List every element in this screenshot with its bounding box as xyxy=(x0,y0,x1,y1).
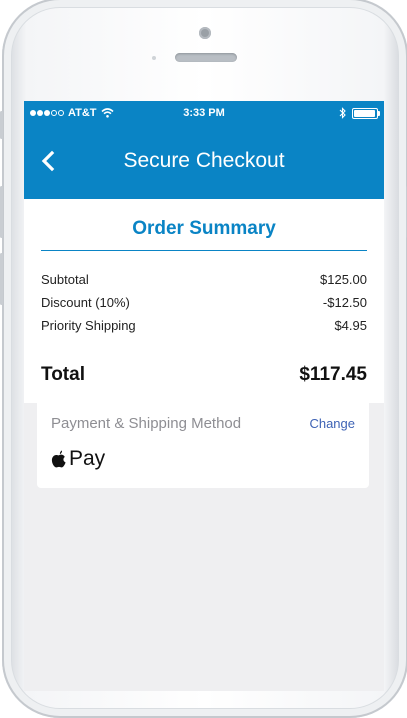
earpiece-speaker xyxy=(175,53,237,62)
apple-pay-text: Pay xyxy=(69,447,106,470)
summary-line-discount: Discount (10%) -$12.50 xyxy=(41,291,367,314)
app-screen: AT&T 3:33 PM Secure Checkout Order Summa… xyxy=(24,101,384,691)
navigation-bar: Secure Checkout xyxy=(24,127,384,199)
line-amount: $125.00 xyxy=(320,272,367,287)
proximity-sensor xyxy=(152,56,156,60)
status-right xyxy=(339,107,380,119)
summary-line-subtotal: Subtotal $125.00 xyxy=(41,268,367,291)
line-amount: $4.95 xyxy=(334,318,367,333)
volume-up-button xyxy=(0,186,3,238)
battery-fill xyxy=(354,109,375,117)
status-time: 3:33 PM xyxy=(183,107,225,119)
change-payment-link[interactable]: Change xyxy=(309,416,355,431)
total-amount: $117.45 xyxy=(299,364,367,385)
apple-pay-badge: Pay xyxy=(51,447,105,471)
total-label: Total xyxy=(41,364,85,385)
line-amount: -$12.50 xyxy=(322,295,367,310)
payment-method-label: Payment & Shipping Method xyxy=(51,415,242,432)
status-bar: AT&T 3:33 PM xyxy=(24,101,384,127)
order-summary-section: Order Summary Subtotal $125.00 Discount … xyxy=(24,199,384,403)
order-summary-heading: Order Summary xyxy=(132,218,276,239)
apple-logo-icon xyxy=(51,450,66,467)
payment-method-card[interactable]: Payment & Shipping Method Change Pay xyxy=(37,399,369,488)
line-label: Subtotal xyxy=(41,272,89,287)
bluetooth-icon xyxy=(339,107,346,119)
volume-down-button xyxy=(0,253,3,305)
divider xyxy=(41,250,367,251)
battery-icon xyxy=(352,107,380,119)
mute-switch xyxy=(0,111,3,139)
front-camera xyxy=(199,27,211,39)
line-label: Discount (10%) xyxy=(41,295,130,310)
line-label: Priority Shipping xyxy=(41,318,136,333)
order-total: Total $117.45 xyxy=(41,364,367,386)
page-title: Secure Checkout xyxy=(123,149,285,172)
summary-line-shipping: Priority Shipping $4.95 xyxy=(41,314,367,337)
